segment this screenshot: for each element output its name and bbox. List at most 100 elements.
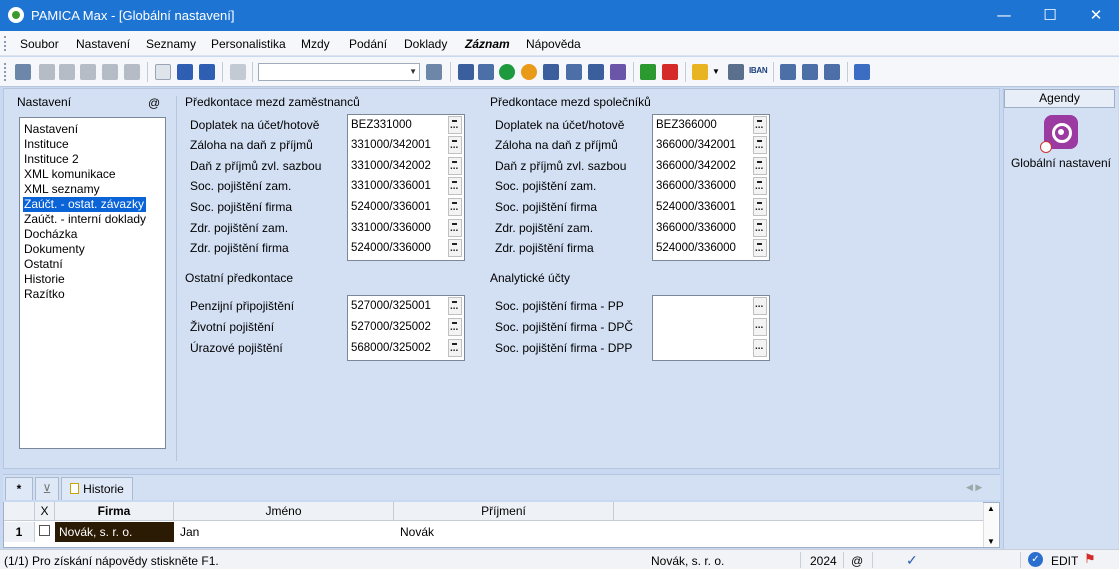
ost-field-zivotni[interactable]: 527000/325002 <box>351 317 431 337</box>
spol-soc-firma-picker-button[interactable] <box>753 198 767 216</box>
spol-zaloha-picker-button[interactable] <box>753 136 767 154</box>
person-orange-icon[interactable] <box>521 64 537 80</box>
spol-field-zaloha[interactable]: 366000/342001 <box>656 135 736 155</box>
anal-pp-picker-button[interactable] <box>753 297 767 315</box>
spol-dan-picker-button[interactable] <box>753 157 767 175</box>
zam-field-doplatek[interactable]: BEZ331000 <box>351 115 412 135</box>
zam-soc-firma-picker-button[interactable] <box>448 198 462 216</box>
agendy-header[interactable]: Agendy <box>1004 89 1115 108</box>
tab-new-record[interactable]: * <box>5 477 33 500</box>
zam-zaloha-picker-button[interactable] <box>448 136 462 154</box>
spol-field-zdr-firma[interactable]: 524000/336000 <box>656 238 736 258</box>
print-icon[interactable] <box>59 64 75 80</box>
spol-field-soc-firma[interactable]: 524000/336001 <box>656 197 736 217</box>
zam-dan-picker-button[interactable] <box>448 157 462 175</box>
zam-field-soc-zam[interactable]: 331000/336001 <box>351 176 431 196</box>
menu-seznamy[interactable]: Seznamy <box>146 37 196 51</box>
list-item-xml-seznamy[interactable]: XML seznamy <box>23 182 102 197</box>
toolbar-combo[interactable]: ▼ <box>258 63 420 81</box>
zam-field-zaloha[interactable]: 331000/342001 <box>351 135 431 155</box>
folder-star-icon[interactable] <box>692 64 708 80</box>
anal-dpp-picker-button[interactable] <box>753 339 767 357</box>
list-item-ostatni[interactable]: Ostatní <box>23 257 65 272</box>
grid-cell-jmeno[interactable]: Jan <box>180 522 199 542</box>
zam-zdr-zam-picker-button[interactable] <box>448 219 462 237</box>
list-item-razitko[interactable]: Razítko <box>23 287 67 302</box>
save-icon[interactable] <box>177 64 193 80</box>
maximize-button[interactable]: ☐ <box>1027 0 1073 31</box>
menu-grip[interactable] <box>4 36 7 51</box>
tab-historie[interactable]: Historie <box>61 477 133 500</box>
zam-field-dan[interactable]: 331000/342002 <box>351 156 431 176</box>
form-icon[interactable] <box>802 64 818 80</box>
toggle-panel-icon[interactable] <box>15 64 31 80</box>
calendar-m-icon[interactable] <box>543 64 559 80</box>
window-icon[interactable] <box>780 64 796 80</box>
grid-header-jmeno[interactable]: Jméno <box>174 502 394 521</box>
menu-napoveda[interactable]: Nápověda <box>526 37 581 51</box>
zam-soc-zam-picker-button[interactable] <box>448 177 462 195</box>
spol-field-soc-zam[interactable]: 366000/336000 <box>656 176 736 196</box>
help-pointer-icon[interactable] <box>854 64 870 80</box>
status-flag-icon[interactable]: ⚑ <box>1084 551 1096 567</box>
scroll-down-icon[interactable]: ▼ <box>987 537 995 546</box>
list-item-historie[interactable]: Historie <box>23 272 67 287</box>
copy-record-icon[interactable] <box>39 64 55 80</box>
calendar-clock-icon[interactable] <box>566 64 582 80</box>
at-icon[interactable]: @ <box>148 96 160 110</box>
zam-zdr-firma-picker-button[interactable] <box>448 239 462 257</box>
list-item-instituce[interactable]: Instituce <box>23 137 71 152</box>
menu-soubor[interactable]: Soubor <box>20 37 59 51</box>
spol-zdr-firma-picker-button[interactable] <box>753 239 767 257</box>
zam-field-zdr-firma[interactable]: 524000/336000 <box>351 238 431 258</box>
paste-icon[interactable] <box>230 64 246 80</box>
status-ok-icon[interactable]: ✓ <box>1028 552 1043 567</box>
menu-podani[interactable]: Podání <box>349 37 387 51</box>
list-item-instituce-2[interactable]: Instituce 2 <box>23 152 81 167</box>
agenda-label-globalni-nastaveni[interactable]: Globální nastavení <box>1004 156 1118 170</box>
ost-field-urazove[interactable]: 568000/325002 <box>351 338 431 358</box>
document-icon[interactable] <box>478 64 494 80</box>
folder-dropdown-icon[interactable]: ▼ <box>712 67 720 76</box>
export-icon[interactable] <box>102 64 118 80</box>
m-document-icon[interactable] <box>588 64 604 80</box>
spol-field-zdr-zam[interactable]: 366000/336000 <box>656 218 736 238</box>
menu-doklady[interactable]: Doklady <box>404 37 447 51</box>
list-item-zauct-interni-doklady[interactable]: Zaúčt. - interní doklady <box>23 212 148 227</box>
spol-soc-zam-picker-button[interactable] <box>753 177 767 195</box>
red-flag-icon[interactable] <box>662 64 678 80</box>
zam-doplatek-picker-button[interactable] <box>448 116 462 134</box>
zam-field-soc-firma[interactable]: 524000/336001 <box>351 197 431 217</box>
menu-personalistika[interactable]: Personalistika <box>211 37 286 51</box>
scroll-up-icon[interactable]: ▲ <box>987 504 995 513</box>
status-checkmark-icon[interactable]: ✓ <box>906 552 918 569</box>
spol-field-dan[interactable]: 366000/342002 <box>656 156 736 176</box>
person-green-icon[interactable] <box>499 64 515 80</box>
menu-nastaveni[interactable]: Nastavení <box>76 37 130 51</box>
send-icon[interactable] <box>124 64 140 80</box>
anal-dpc-picker-button[interactable] <box>753 318 767 336</box>
tab-scroll-arrows-icon[interactable]: ◀ ▶ <box>966 482 982 493</box>
list-item-dochazka[interactable]: Docházka <box>23 227 79 242</box>
menu-mzdy[interactable]: Mzdy <box>301 37 330 51</box>
calculator-icon[interactable] <box>728 64 744 80</box>
green-flag-icon[interactable] <box>640 64 656 80</box>
ost-penzijni-picker-button[interactable] <box>448 297 462 315</box>
settings-list[interactable]: Nastavení Instituce Instituce 2 XML komu… <box>19 117 166 449</box>
close-button[interactable]: ✕ <box>1073 0 1119 31</box>
add-document-icon[interactable] <box>610 64 626 80</box>
list-item-nastaveni[interactable]: Nastavení <box>23 122 80 137</box>
grid-cell-firma[interactable]: Novák, s. r. o. <box>55 522 174 542</box>
card-icon[interactable] <box>824 64 840 80</box>
filter-list-icon[interactable] <box>426 64 442 80</box>
tab-filter[interactable]: ⊻ <box>35 477 59 500</box>
ost-field-penzijni[interactable]: 527000/325001 <box>351 296 431 316</box>
m-icon[interactable] <box>458 64 474 80</box>
print-preview-icon[interactable] <box>80 64 96 80</box>
grid-scrollbar[interactable]: ▲ ▼ <box>983 503 998 547</box>
list-item-zauct-ostat-zavazky[interactable]: Zaúčt. - ostat. závazky <box>23 197 147 212</box>
grid-cell-prijmeni[interactable]: Novák <box>400 522 434 542</box>
list-item-xml-komunikace[interactable]: XML komunikace <box>23 167 118 182</box>
grid-header-prijmeni[interactable]: Příjmení <box>394 502 614 521</box>
spol-zdr-zam-picker-button[interactable] <box>753 219 767 237</box>
